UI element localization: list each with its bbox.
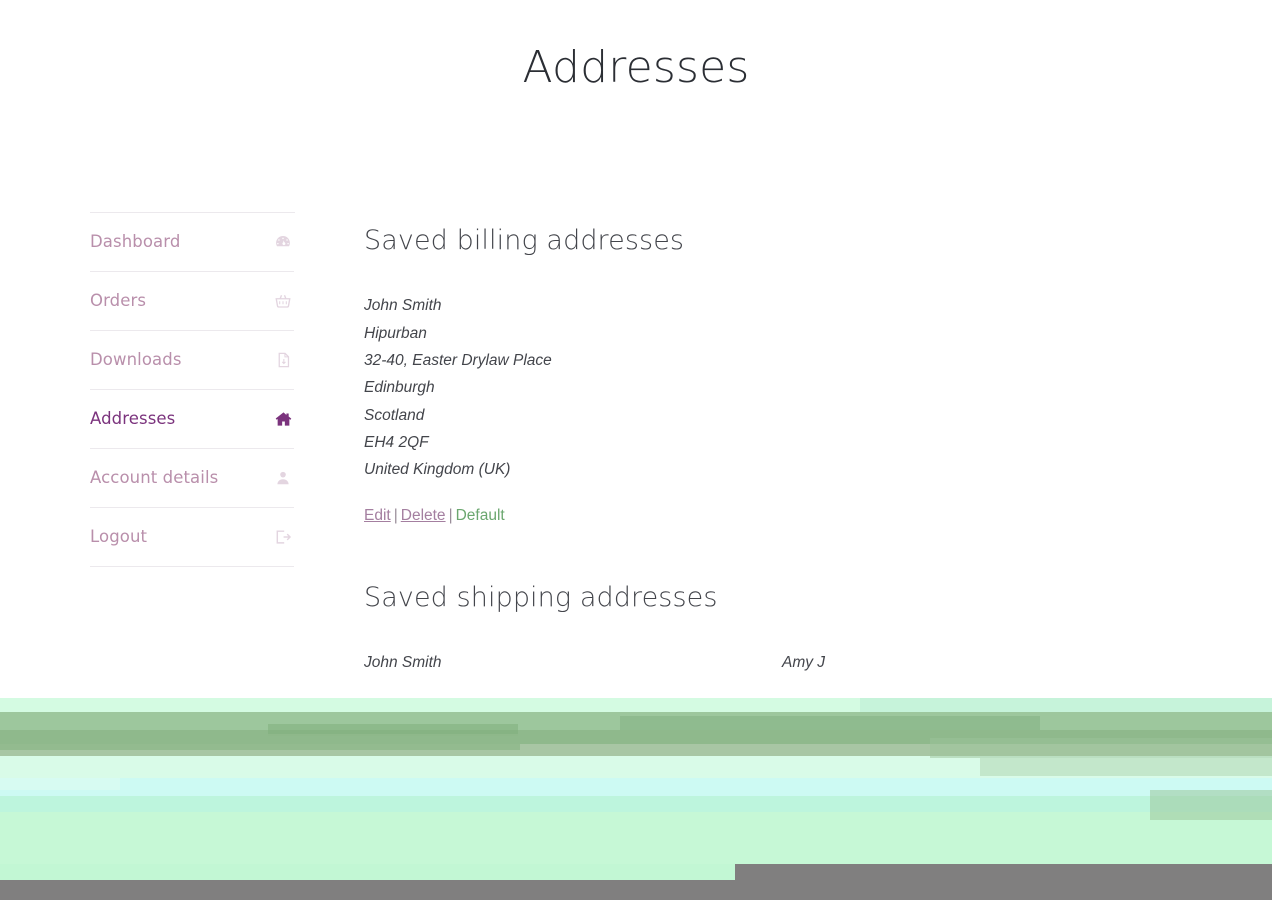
billing-address-actions: Edit | Delete | Default (364, 508, 1232, 524)
glitch-artifact (860, 698, 1272, 712)
shipping-address: John Smith (364, 649, 782, 676)
billing-section-heading: Saved billing addresses (364, 225, 685, 256)
sidebar-item-logout-label[interactable]: Logout (90, 528, 147, 546)
sidebar-item-downloads-label[interactable]: Downloads (90, 351, 182, 369)
glitch-artifact (980, 758, 1272, 776)
sidebar-item-orders-label[interactable]: Orders (90, 292, 146, 310)
action-separator: | (448, 507, 453, 525)
bottom-grey-bar-step (735, 864, 1272, 880)
address-line: United Kingdom (UK) (364, 461, 511, 479)
glitch-band (0, 756, 1272, 778)
download-file-icon (273, 350, 293, 370)
edit-address-link[interactable]: Edit (364, 507, 391, 524)
glitch-artifact (930, 738, 1272, 758)
shipping-address: Amy J (782, 649, 1200, 676)
address-line: Hipurban (364, 324, 427, 342)
shipping-address-block: John Smith (364, 649, 782, 676)
sidebar-item-orders[interactable]: Orders (90, 272, 294, 331)
dashboard-icon (273, 232, 293, 252)
address-line: John Smith (364, 654, 442, 672)
sidebar-item-downloads[interactable]: Downloads (90, 331, 294, 390)
address-line: Edinburgh (364, 379, 435, 397)
glitch-band (0, 712, 1272, 730)
bottom-grey-bar (0, 880, 1272, 900)
sidebar-item-dashboard-label[interactable]: Dashboard (90, 233, 180, 251)
address-line: 32-40, Easter Drylaw Place (364, 351, 552, 369)
user-icon (273, 468, 293, 488)
logout-icon (273, 527, 293, 547)
address-line: John Smith (364, 297, 442, 315)
sidebar-item-account-details[interactable]: Account details (90, 449, 294, 508)
shipping-section-heading: Saved shipping addresses (364, 581, 718, 613)
glitch-band (0, 744, 1272, 756)
glitch-band (0, 730, 1272, 744)
shipping-section: Saved shipping addresses John Smith Amy … (364, 582, 1232, 677)
glitch-band (0, 778, 1272, 796)
account-content: Saved billing addresses John Smith Hipur… (295, 211, 1272, 677)
glitch-artifact (1150, 790, 1272, 820)
glitch-band (0, 698, 1272, 712)
sidebar-item-addresses-label[interactable]: Addresses (90, 410, 175, 428)
default-address-link[interactable]: Default (456, 507, 505, 524)
address-line: Scotland (364, 406, 425, 424)
sidebar-item-logout[interactable]: Logout (90, 508, 294, 567)
home-icon (273, 409, 293, 429)
glitch-artifact (0, 734, 520, 750)
account-layout: Dashboard Orders Downloads Addresses Acc… (0, 212, 1272, 677)
glitch-artifact (620, 716, 1040, 730)
address-line: EH4 2QF (364, 433, 429, 451)
billing-address-block: John Smith Hipurban 32-40, Easter Drylaw… (364, 292, 1232, 524)
basket-icon (273, 291, 293, 311)
billing-address: John Smith Hipurban 32-40, Easter Drylaw… (364, 292, 1232, 483)
glitch-band (0, 812, 1272, 864)
glitch-artifact (0, 778, 120, 790)
account-navigation: Dashboard Orders Downloads Addresses Acc… (90, 212, 295, 567)
sidebar-item-addresses[interactable]: Addresses (90, 390, 294, 449)
address-line: Amy J (782, 654, 826, 672)
sidebar-item-dashboard[interactable]: Dashboard (90, 213, 294, 272)
glitch-band (0, 796, 1272, 812)
delete-address-link[interactable]: Delete (401, 507, 446, 524)
shipping-address-columns: John Smith Amy J (364, 649, 1232, 676)
sidebar-item-account-details-label[interactable]: Account details (90, 469, 218, 487)
page-title: Addresses (522, 42, 750, 93)
glitch-artifact (268, 724, 518, 736)
shipping-address-block: Amy J (782, 649, 1200, 676)
action-separator: | (393, 507, 398, 525)
